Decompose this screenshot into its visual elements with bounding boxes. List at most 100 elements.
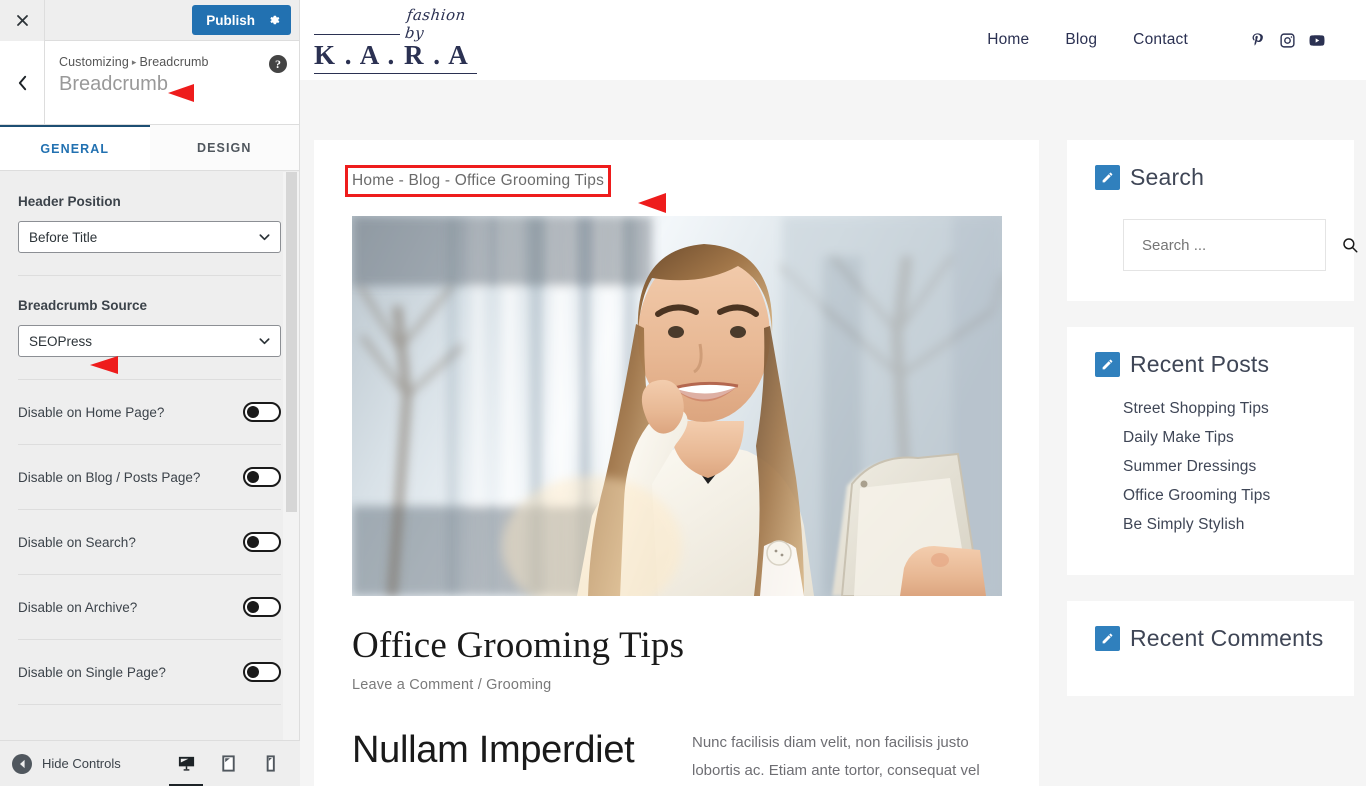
tab-design[interactable]: DESIGN <box>149 125 299 170</box>
toggle-row-home-page: Disable on Home Page? <box>18 380 281 422</box>
recent-post-link[interactable]: Be Simply Stylish <box>1123 516 1244 533</box>
social-links <box>1248 31 1326 49</box>
header-position-label: Header Position <box>18 194 121 209</box>
logo-rule-top <box>314 33 400 35</box>
hero-photo-illustration <box>352 216 1002 596</box>
tablet-preview-icon[interactable] <box>216 752 240 776</box>
widget-search: Search <box>1067 140 1358 301</box>
customizer-preview-frame: fashion by K . A . R . A Home Blog Conta… <box>300 0 1366 786</box>
toggle-disable-on-home-page[interactable] <box>243 402 281 422</box>
publish-button[interactable]: Publish <box>192 5 291 35</box>
post-featured-image <box>352 216 1002 596</box>
header-position-value: Before Title <box>29 229 98 245</box>
toggle-label-single-page: Disable on Single Page? <box>18 664 166 680</box>
nav-item-contact[interactable]: Contact <box>1133 31 1188 49</box>
breadcrumb-source-label: Breadcrumb Source <box>18 298 148 313</box>
site-primary-nav: Home Blog Contact <box>987 31 1326 49</box>
widget-recent-comments: Recent Comments <box>1067 601 1354 696</box>
edit-pencil-icon[interactable] <box>1095 352 1120 377</box>
hide-controls-label: Hide Controls <box>42 756 121 771</box>
toggle-row-single-page: Disable on Single Page? <box>18 640 281 682</box>
mobile-preview-icon[interactable] <box>258 752 282 776</box>
customizer-scrollbar-track[interactable] <box>283 172 299 740</box>
toggle-label-home-page: Disable on Home Page? <box>18 404 165 420</box>
toggle-label-blog-posts-page: Disable on Blog / Posts Page? <box>18 469 201 485</box>
widget-recent-posts-title: Recent Posts <box>1130 351 1270 377</box>
publish-button-label: Publish <box>206 12 255 28</box>
toggle-label-search: Disable on Search? <box>18 534 136 550</box>
logo-script-row: fashion by <box>314 6 489 42</box>
toggle-disable-on-blog-posts-page[interactable] <box>243 467 281 487</box>
desktop-preview-icon[interactable] <box>169 752 203 786</box>
wordpress-customizer-panel: Publish Customizing ▸ Breadcrumb Breadcrum… <box>0 0 300 786</box>
back-chevron-icon[interactable] <box>0 41 45 124</box>
site-header: fashion by K . A . R . A Home Blog Conta… <box>300 0 1366 80</box>
screen-root: fashion by K . A . R . A Home Blog Conta… <box>0 0 1366 786</box>
customizer-header-text: Customizing ▸ Breadcrumb Breadcrumb ? <box>45 41 299 124</box>
breadcrumb-parent[interactable]: Customizing <box>59 55 129 69</box>
collapse-arrow-icon <box>12 753 32 774</box>
toggle-disable-on-single-page[interactable] <box>243 662 281 682</box>
customizer-controls: Header Position Before Title Breadcrumb … <box>0 172 299 705</box>
list-item: Office Grooming Tips <box>1123 487 1326 505</box>
recent-posts-list: Street Shopping Tips Daily Make Tips Sum… <box>1123 400 1326 534</box>
list-item: Street Shopping Tips <box>1123 400 1326 418</box>
list-item: Daily Make Tips <box>1123 429 1326 447</box>
recent-post-link[interactable]: Office Grooming Tips <box>1123 487 1270 504</box>
recent-post-link[interactable]: Daily Make Tips <box>1123 429 1234 446</box>
tab-general[interactable]: GENERAL <box>0 124 150 170</box>
customizer-topbar: Publish <box>0 0 299 41</box>
toggle-knob <box>247 471 259 483</box>
preview-device-switcher <box>169 752 300 786</box>
customizer-controls-scroll: Header Position Before Title Breadcrumb … <box>0 172 299 740</box>
breadcrumb-source-select[interactable]: SEOPress <box>18 325 281 357</box>
youtube-icon[interactable] <box>1308 31 1326 49</box>
widget-recent-posts-header: Recent Posts <box>1095 351 1326 378</box>
logo-script-text: fashion by <box>404 5 467 42</box>
search-icon[interactable] <box>1341 236 1359 254</box>
site-logo[interactable]: fashion by K . A . R . A <box>314 6 489 75</box>
nav-item-home[interactable]: Home <box>987 31 1029 49</box>
toggle-disable-on-search[interactable] <box>243 532 281 552</box>
customizer-tabs: GENERAL DESIGN <box>0 124 299 171</box>
header-position-select[interactable]: Before Title <box>18 221 281 253</box>
breadcrumb-current: Breadcrumb <box>139 55 209 69</box>
chevron-down-icon <box>258 231 271 244</box>
recent-post-link[interactable]: Summer Dressings <box>1123 458 1256 475</box>
help-icon[interactable]: ? <box>269 55 287 73</box>
breadcrumb-separator: ▸ <box>131 57 137 67</box>
instagram-icon[interactable] <box>1278 31 1296 49</box>
post-meta: Leave a Comment / Grooming <box>352 677 552 693</box>
recent-post-link[interactable]: Street Shopping Tips <box>1123 400 1269 417</box>
site-breadcrumb[interactable]: Home - Blog - Office Grooming Tips <box>344 165 612 197</box>
logo-rule-bottom <box>314 73 477 75</box>
toggle-label-archive: Disable on Archive? <box>18 599 138 615</box>
post-body: Nullam Imperdiet Nunc facilisis diam vel… <box>352 729 1001 786</box>
gear-icon[interactable] <box>267 13 281 27</box>
edit-pencil-icon[interactable] <box>1095 165 1120 190</box>
edit-pencil-icon[interactable] <box>1095 626 1120 651</box>
breadcrumb: Customizing ▸ Breadcrumb <box>59 55 285 69</box>
toggle-disable-on-archive[interactable] <box>243 597 281 617</box>
nav-item-blog[interactable]: Blog <box>1065 31 1097 49</box>
post-main-column: Home - Blog - Office Grooming Tips Offic… <box>314 140 1039 786</box>
customizer-scrollbar-thumb[interactable] <box>286 172 297 512</box>
site-sidebar: Search Recent Posts <box>1067 140 1358 786</box>
close-icon[interactable] <box>0 0 45 41</box>
post-title: Office Grooming Tips <box>352 625 685 666</box>
widget-recent-comments-title: Recent Comments <box>1130 625 1324 651</box>
search-input[interactable] <box>1142 236 1341 254</box>
site-breadcrumb-wrapper: Home - Blog - Office Grooming Tips <box>344 165 612 197</box>
sidebar-search-form <box>1123 219 1358 271</box>
widget-search-header: Search <box>1095 164 1326 191</box>
list-item: Summer Dressings <box>1123 458 1326 476</box>
breadcrumb-source-value: SEOPress <box>29 333 93 349</box>
customizer-footer: Hide Controls <box>0 740 300 786</box>
widget-recent-posts: Recent Posts Street Shopping Tips Daily … <box>1067 327 1354 575</box>
post-section-heading: Nullam Imperdiet <box>352 729 635 771</box>
toggle-knob <box>247 666 259 678</box>
publish-area: Publish <box>192 5 299 35</box>
pinterest-icon[interactable] <box>1248 31 1266 49</box>
toggle-knob <box>247 536 259 548</box>
hide-controls-button[interactable]: Hide Controls <box>12 753 121 774</box>
